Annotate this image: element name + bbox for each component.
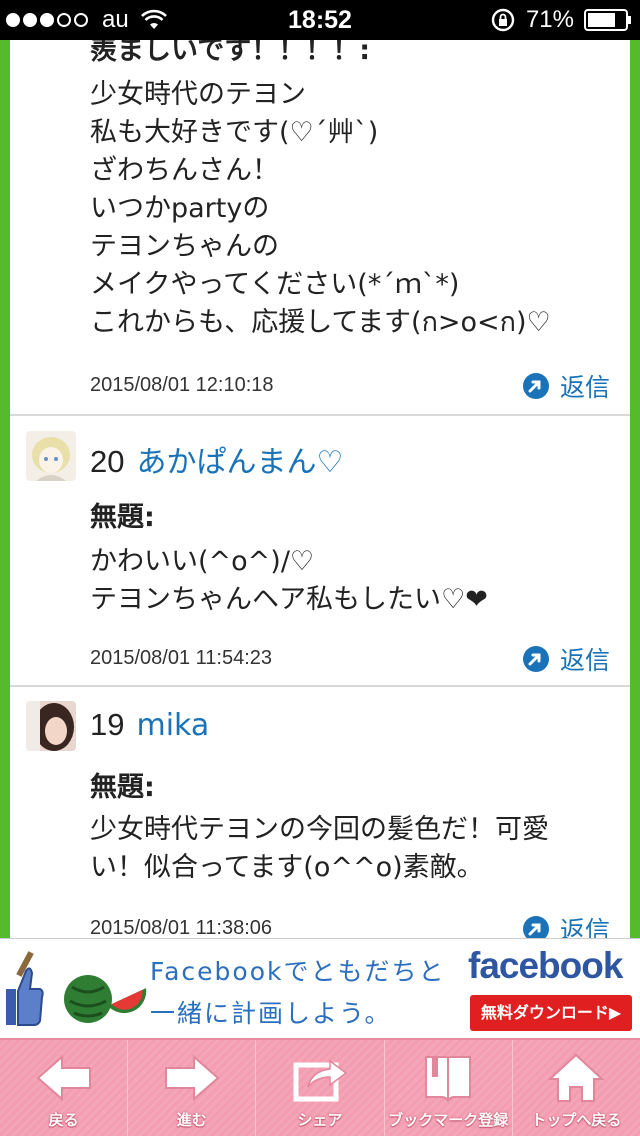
bookmark-button[interactable]: ブックマーク登録 [385, 1040, 513, 1136]
reply-label: 返信 [559, 916, 610, 938]
facebook-ad-banner[interactable]: Facebookでともだちと 一緒に計画しよう。 facebook 無料ダウンロ… [0, 938, 640, 1038]
carrier-name: au [102, 6, 129, 33]
avatar[interactable] [26, 431, 76, 481]
signal-strength-icon [6, 13, 88, 27]
free-download-button[interactable]: 無料ダウンロード▶ [470, 995, 632, 1031]
comment-body: 少女時代のテヨン 私も大好きです(♡´艸`) ざわちんさん！ いつかpartyの… [90, 79, 551, 338]
comment-item: 羨ましいです！！！！: 少女時代のテヨン 私も大好きです(♡´艸`) ざわちんさ… [10, 40, 630, 413]
reply-arrow-icon [522, 916, 549, 938]
commenter-name-link[interactable]: mika [136, 708, 209, 743]
comment-list-frame: 羨ましいです！！！！: 少女時代のテヨン 私も大好きです(♡´艸`) ざわちんさ… [0, 40, 640, 938]
app-screen: au 18:52 71% 羨ましいです！！！！: 少女時代のテヨン 私も大好きで… [0, 0, 640, 1136]
comment-number: 20 [90, 444, 125, 479]
reply-button[interactable]: 返信 [522, 368, 610, 404]
comment-list[interactable]: 羨ましいです！！！！: 少女時代のテヨン 私も大好きです(♡´艸`) ざわちんさ… [10, 40, 630, 938]
comment-number: 19 [90, 707, 125, 742]
facebook-logo: facebook [468, 945, 623, 986]
watermelon-icon [64, 975, 147, 1023]
bookmark-book-icon [425, 1056, 472, 1102]
top-label: トップへ戻る [531, 1111, 622, 1129]
comment-body: かわいい(^o^)/♡ テヨンちゃんヘア私もしたい♡❤ [90, 546, 488, 615]
wifi-icon [140, 9, 167, 29]
comment-subject: 無題: [90, 772, 155, 803]
commenter-name-link[interactable]: あかぱんまん♡ [136, 437, 343, 481]
reply-arrow-icon [522, 646, 549, 672]
comment-date: 2015/08/01 12:10:18 [90, 374, 274, 396]
battery-percent: 71% [525, 6, 574, 33]
forward-arrow-icon [164, 1054, 220, 1102]
reply-button[interactable]: 返信 [522, 911, 610, 938]
comment-subject: 無題: [90, 502, 155, 533]
comment-date: 2015/08/01 11:38:06 [90, 917, 273, 938]
comment-header: 20 あかぱんまん♡ [90, 437, 343, 481]
comment-date: 2015/08/01 11:54:23 [90, 647, 273, 669]
comment-body: 少女時代テヨンの今回の髪色だ！可愛 い！似合ってます(o^^o)素敵。 [90, 814, 549, 883]
thumbs-up-icon [6, 951, 44, 1026]
back-button[interactable]: 戻る [0, 1040, 129, 1136]
avatar[interactable] [26, 701, 76, 751]
forward-button[interactable]: 進む [128, 1040, 257, 1136]
comment-item: 19 mika 無題: 少女時代テヨンの今回の髪色だ！可愛 い！似合ってます(o… [10, 687, 630, 938]
home-icon [547, 1053, 605, 1102]
forward-label: 進む [176, 1111, 207, 1129]
back-arrow-icon [36, 1054, 91, 1102]
share-button[interactable]: シェア [256, 1040, 385, 1136]
reply-label: 返信 [559, 373, 610, 402]
bookmark-label: ブックマーク登録 [388, 1111, 509, 1129]
back-label: 戻る [48, 1111, 79, 1129]
reply-button[interactable]: 返信 [522, 641, 610, 677]
rotation-lock-icon [491, 8, 515, 32]
status-left: au [0, 0, 167, 40]
comment-header: 19 mika [90, 707, 209, 743]
ad-message: Facebookでともだちと 一緒に計画しよう。 [150, 957, 446, 1028]
status-right: 71% [490, 0, 632, 40]
share-icon [293, 1059, 348, 1102]
share-label: シェア [297, 1111, 343, 1129]
top-button[interactable]: トップへ戻る [513, 1040, 640, 1136]
reply-arrow-icon [522, 373, 549, 399]
comment-subject: 羨ましいです！！！！: [90, 40, 370, 66]
reply-label: 返信 [559, 646, 610, 675]
comment-item: 20 あかぱんまん♡ 無題: かわいい(^o^)/♡ テヨンちゃんヘア私もしたい… [10, 415, 630, 685]
bottom-toolbar: 戻る 進む シェア ブックマーク登録 トップへ戻る [0, 1038, 640, 1136]
battery-icon [584, 9, 631, 31]
status-bar: au 18:52 71% [0, 0, 640, 40]
